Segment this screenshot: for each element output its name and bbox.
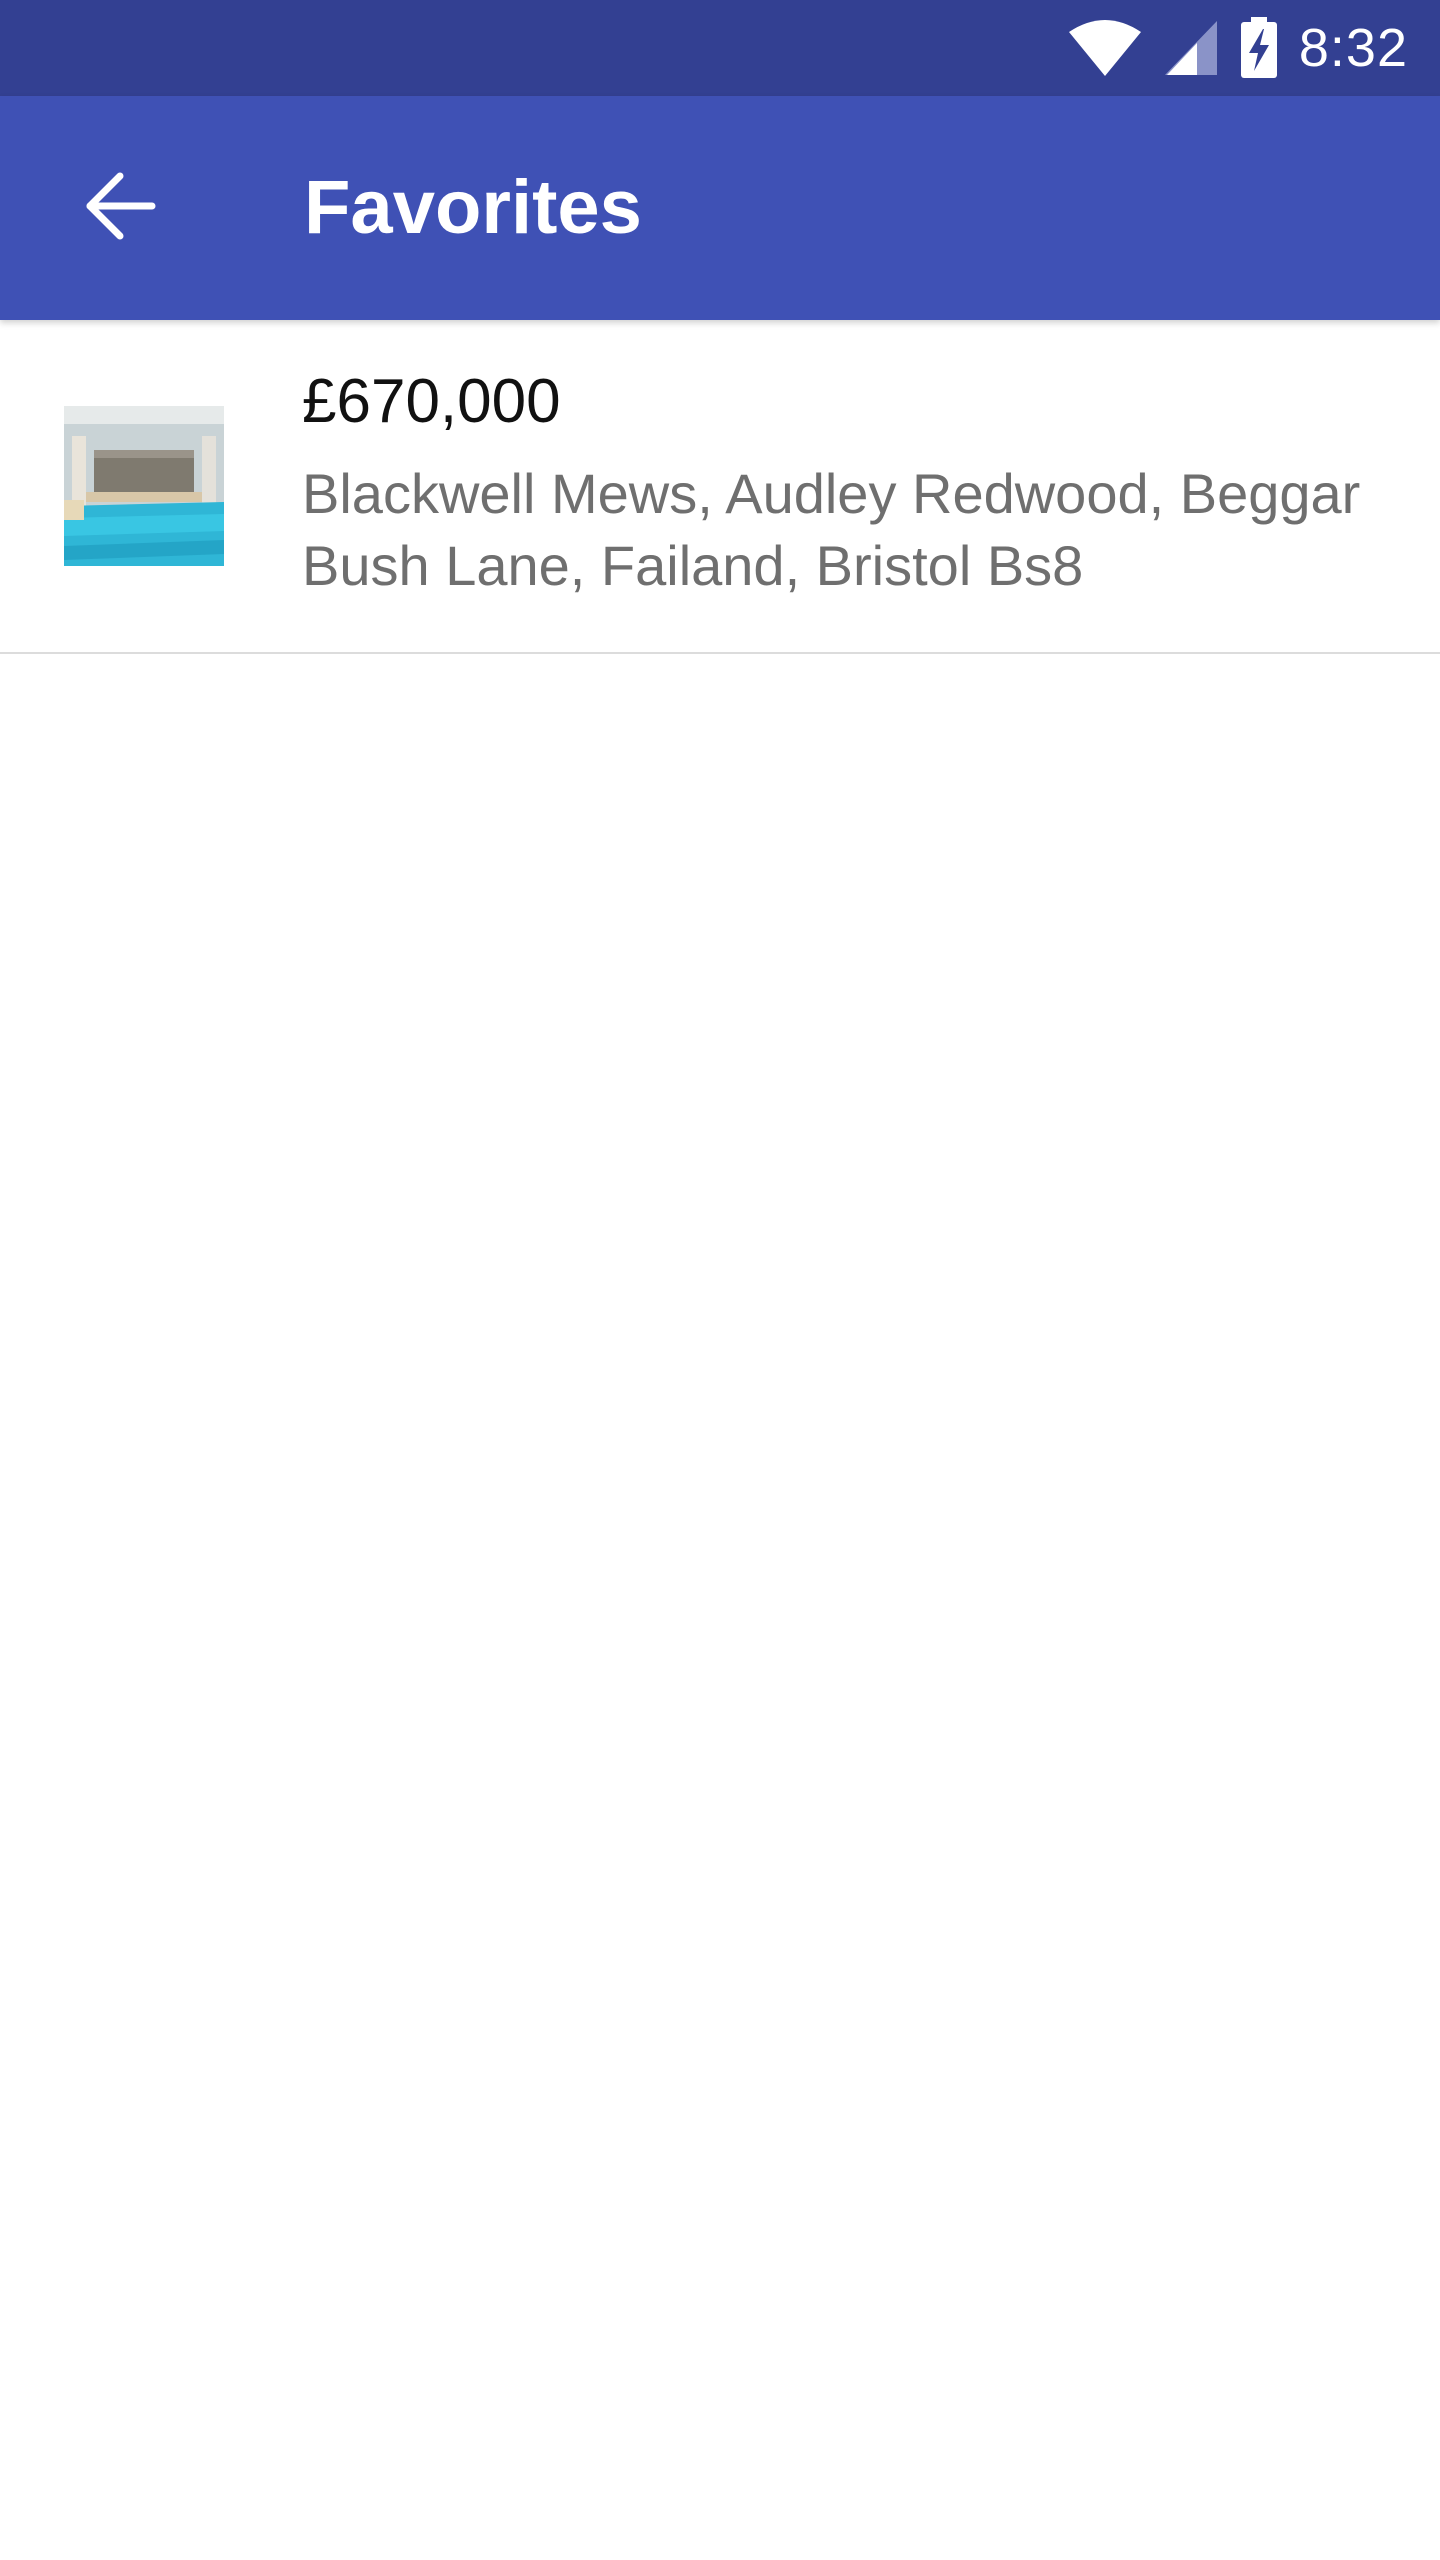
page-title: Favorites [304, 165, 642, 250]
status-bar: 8:32 [0, 0, 1440, 96]
status-time: 8:32 [1298, 18, 1408, 78]
wifi-icon [1067, 18, 1143, 78]
property-address: Blackwell Mews, Audley Redwood, Beggar B… [302, 462, 1361, 597]
property-price: £670,000 [302, 367, 561, 436]
property-thumbnail [64, 406, 224, 566]
status-icons: 8:32 [1067, 0, 1408, 96]
cell-signal-icon [1163, 19, 1219, 77]
arrow-back-icon [82, 168, 158, 249]
app-bar: Favorites [0, 96, 1440, 320]
favorites-screen: 8:32 Favorites £670,000 Blackwell Mews, … [0, 0, 1440, 2560]
back-button[interactable] [56, 144, 184, 272]
favorites-list: £670,000 Blackwell Mews, Audley Redwood,… [0, 320, 1440, 654]
list-item[interactable]: £670,000 Blackwell Mews, Audley Redwood,… [0, 320, 1440, 654]
battery-charging-icon [1239, 17, 1279, 79]
